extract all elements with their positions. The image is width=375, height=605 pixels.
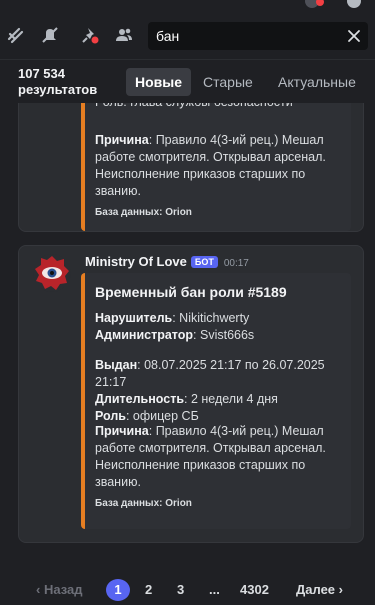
avatar[interactable] (33, 254, 71, 292)
duration-label: Длительность (95, 392, 185, 406)
results-feed: Роль: глава службы безопасности Причина:… (0, 103, 375, 563)
tab-newest[interactable]: Новые (126, 68, 192, 96)
channel-toolbar (0, 12, 375, 60)
message-time: 00:17 (223, 258, 249, 269)
duration-line: Длительность: 2 недели 4 дня (95, 391, 350, 408)
search-results-header: 107 534 результатов Новые Старые Актуаль… (0, 61, 375, 103)
mute-icon[interactable] (40, 25, 60, 45)
admin-value: : Svist666s (193, 328, 255, 342)
violator-value: : Nikitichwerty (172, 311, 250, 325)
embed: Временный бан роли #5189 Нарушитель: Nik… (81, 273, 351, 529)
pin-icon[interactable] (80, 25, 100, 45)
embed-title: Временный бан роли #5189 (95, 284, 287, 300)
search-box (148, 22, 368, 50)
issued-line: Выдан: 08.07.2025 21:17 по 26.07.2025 21… (95, 357, 350, 391)
page-ellipsis: ... (209, 582, 220, 597)
embed-footer: База данных: Orion (95, 207, 192, 218)
pagination: ‹ Назад 1 2 3 ... 4302 Далее › (0, 570, 375, 605)
violator-line: Нарушитель: Nikitichwerty (95, 310, 350, 327)
help-icon[interactable] (347, 0, 361, 8)
tab-oldest[interactable]: Старые (194, 68, 262, 96)
role-label: Роль (95, 409, 126, 423)
embed-fields-1: Нарушитель: Nikitichwerty Администратор:… (95, 310, 350, 344)
role-value: : офицер СБ (125, 409, 199, 423)
embed-role-line: Роль: глава службы безопасности (95, 103, 345, 111)
bot-badge: БОТ (190, 256, 218, 268)
embed-footer: База данных: Orion (95, 498, 192, 509)
tab-relevant[interactable]: Актуальные (269, 68, 365, 96)
next-label: Далее (296, 582, 336, 597)
page-2-button[interactable]: 2 (145, 579, 152, 601)
violator-label: Нарушитель (95, 311, 173, 325)
issued-label: Выдан (95, 358, 138, 372)
window-top-strip (0, 0, 375, 12)
results-count-number: 107 534 (18, 66, 65, 81)
result-card[interactable]: Роль: глава службы безопасности Причина:… (18, 103, 364, 232)
chevron-left-icon: ‹ (36, 582, 44, 597)
duration-value: : 2 недели 4 дня (184, 392, 278, 406)
prev-label: Назад (43, 582, 83, 597)
author-name[interactable]: Ministry Of Love (85, 254, 187, 269)
members-icon[interactable] (114, 25, 134, 45)
page-1-button[interactable]: 1 (106, 579, 130, 601)
reason-label: Причина (95, 133, 149, 147)
prev-page-button[interactable]: ‹ Назад (36, 579, 83, 601)
clear-search-icon[interactable] (346, 28, 362, 44)
chevron-right-icon: › (335, 582, 343, 597)
admin-line: Администратор: Svist666s (95, 327, 350, 344)
next-page-button[interactable]: Далее › (296, 579, 343, 601)
reason-label: Причина (95, 424, 149, 438)
admin-label: Администратор (95, 328, 194, 342)
message-header: Ministry Of Love БОТ 00:17 (85, 254, 249, 269)
threads-icon[interactable] (6, 25, 26, 45)
page-3-button[interactable]: 3 (177, 579, 184, 601)
notification-dot-icon (316, 0, 324, 6)
embed: Роль: глава службы безопасности Причина:… (81, 103, 351, 231)
results-count: 107 534 результатов (18, 66, 97, 98)
page-last-button[interactable]: 4302 (240, 579, 269, 601)
search-input[interactable] (148, 22, 338, 50)
embed-reason: Причина: Правило 4(3-ий рец.) Мешал рабо… (95, 132, 345, 200)
results-count-label: результатов (18, 82, 98, 97)
embed-fields-2: Выдан: 08.07.2025 21:17 по 26.07.2025 21… (95, 357, 350, 425)
result-card[interactable]: Ministry Of Love БОТ 00:17 Временный бан р… (18, 245, 364, 543)
embed-reason: Причина: Правило 4(3-ий рец.) Мешал рабо… (95, 423, 345, 491)
